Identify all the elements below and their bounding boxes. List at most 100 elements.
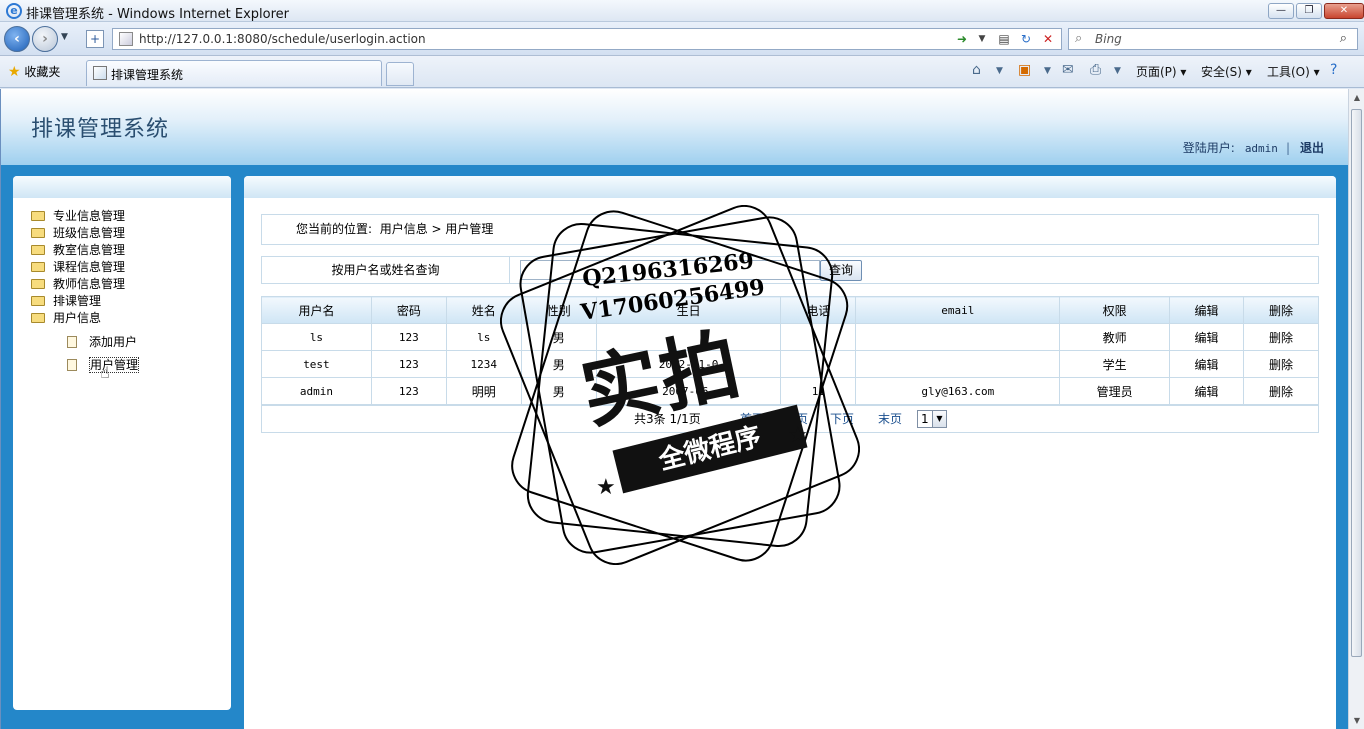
sidebar-item-teacher[interactable]: 教师信息管理: [31, 276, 139, 293]
print-dropdown-icon[interactable]: ▼: [1114, 66, 1121, 76]
sidebar-item-label: 课程信息管理: [53, 260, 126, 274]
address-bar[interactable]: http://127.0.0.1:8080/schedule/userlogin…: [112, 28, 1062, 50]
pager-last[interactable]: 末页: [878, 406, 902, 432]
page-icon: [119, 32, 133, 46]
search-icon[interactable]: ⌕: [1340, 31, 1347, 46]
search-input[interactable]: [520, 260, 820, 280]
sidebar-item-label: 教室信息管理: [53, 243, 126, 257]
menu-tools[interactable]: 工具(O) ▾: [1267, 63, 1320, 80]
sidebar-item-class[interactable]: 班级信息管理: [31, 225, 139, 242]
column-header: 密码: [370, 296, 447, 324]
sidebar-item-label: 专业信息管理: [53, 209, 126, 223]
cell-phone: [780, 350, 857, 378]
column-header: 删除: [1243, 296, 1319, 324]
query-button[interactable]: 查询: [820, 260, 862, 281]
folder-icon: [31, 245, 45, 255]
scroll-thumb[interactable]: [1351, 109, 1362, 657]
feeds-dropdown-icon[interactable]: ▼: [1044, 66, 1051, 76]
go-icon[interactable]: ➜: [953, 31, 971, 47]
menu-page[interactable]: 页面(P) ▾: [1136, 63, 1186, 80]
mail-icon[interactable]: ✉: [1062, 62, 1074, 78]
maximize-button[interactable]: ❐: [1296, 3, 1322, 19]
cell-username: test: [261, 350, 372, 378]
sidebar-subitem-user-manage[interactable]: 用户管理: [31, 354, 140, 377]
cell-birthday: 2007-06-: [595, 377, 782, 405]
sidebar-tree: 专业信息管理 班级信息管理 教室信息管理 课程信息管理 教师信息管理 排课管理 …: [31, 208, 140, 377]
feeds-icon[interactable]: ▣: [1018, 62, 1031, 78]
new-tab-button[interactable]: [386, 62, 414, 86]
sidebar-item-users[interactable]: 用户信息: [31, 310, 139, 327]
home-icon[interactable]: ⌂: [972, 62, 981, 78]
window-title: 排课管理系统 - Windows Internet Explorer: [26, 7, 289, 22]
cell-phone: [780, 323, 857, 351]
login-separator: |: [1285, 141, 1290, 155]
cell-password: 123: [370, 350, 447, 378]
column-header: 用户名: [261, 296, 372, 324]
home-dropdown-icon[interactable]: ▼: [996, 66, 1003, 76]
document-icon: [67, 359, 77, 371]
menu-safety[interactable]: 安全(S) ▾: [1201, 63, 1252, 80]
stop-icon[interactable]: ✕: [1039, 31, 1057, 47]
column-header: 权限: [1059, 296, 1171, 324]
ie-logo-icon: e: [6, 3, 22, 19]
edit-link[interactable]: 编辑: [1169, 350, 1245, 378]
scroll-up-icon[interactable]: ▲: [1352, 93, 1362, 102]
back-button[interactable]: ‹: [4, 26, 30, 52]
folder-icon: [31, 262, 45, 272]
address-url: http://127.0.0.1:8080/schedule/userlogin…: [139, 32, 426, 46]
hand-cursor-icon: ☝: [100, 363, 110, 382]
delete-link[interactable]: 删除: [1243, 350, 1319, 378]
print-icon[interactable]: ⎙: [1090, 62, 1101, 78]
cell-name: 明明: [445, 377, 522, 405]
login-label: 登陆用户:: [1182, 141, 1235, 155]
sidebar-subitem-label: 添加用户: [89, 335, 138, 349]
search-bar[interactable]: ⌕ Bing ⌕: [1068, 28, 1358, 50]
folder-icon: [31, 211, 45, 221]
window-title-bar: e 排课管理系统 - Windows Internet Explorer — ❐…: [0, 0, 1364, 22]
cell-birthday: 2002-01-0: [595, 350, 782, 378]
sidebar-item-label: 班级信息管理: [53, 226, 126, 240]
vertical-scrollbar[interactable]: ▲ ▼: [1348, 89, 1364, 729]
cell-email: gly@163.com: [855, 377, 1061, 405]
app-header: 排课管理系统 登陆用户: admin | 退出: [1, 89, 1348, 165]
compat-icon[interactable]: +: [86, 30, 104, 48]
refresh-icon[interactable]: ↻: [1017, 31, 1035, 47]
sidebar-item-classroom[interactable]: 教室信息管理: [31, 242, 139, 259]
delete-link[interactable]: 删除: [1243, 377, 1319, 405]
address-dropdown-icon[interactable]: ▼: [973, 31, 991, 47]
delete-link[interactable]: 删除: [1243, 323, 1319, 351]
pager-prev[interactable]: 上页: [784, 406, 808, 432]
cell-gender: 男: [520, 377, 597, 405]
login-user: admin: [1244, 142, 1278, 155]
cell-phone: 11: [780, 377, 857, 405]
user-table: 用户名 密码 姓名 性别 生日 电话 email 权限 编辑 删除 ls 123…: [261, 296, 1319, 405]
pager-first[interactable]: 首页: [740, 406, 764, 432]
minimize-button[interactable]: —: [1268, 3, 1294, 19]
edit-link[interactable]: 编辑: [1169, 323, 1245, 351]
browser-tab[interactable]: 排课管理系统: [86, 60, 382, 86]
edit-link[interactable]: 编辑: [1169, 377, 1245, 405]
search-provider-icon: ⌕: [1075, 31, 1083, 46]
page-select[interactable]: 1 ▼: [917, 410, 947, 428]
forward-button[interactable]: ›: [32, 26, 58, 52]
document-icon: [67, 336, 77, 348]
help-icon[interactable]: ?: [1330, 62, 1337, 78]
page-select-value: 1: [921, 412, 929, 426]
sidebar-item-course[interactable]: 课程信息管理: [31, 259, 139, 276]
pager-next[interactable]: 下页: [830, 406, 854, 432]
scroll-down-icon[interactable]: ▼: [1352, 716, 1362, 725]
folder-icon: [31, 279, 45, 289]
cell-password: 123: [370, 323, 447, 351]
sidebar-subitem-add-user[interactable]: 添加用户: [31, 331, 139, 354]
sidebar-item-schedule[interactable]: 排课管理: [31, 293, 139, 310]
history-dropdown-icon[interactable]: ▼: [61, 32, 68, 42]
close-window-button[interactable]: ✕: [1324, 3, 1364, 19]
logout-link[interactable]: 退出: [1300, 141, 1324, 155]
sidebar-item-major[interactable]: 专业信息管理: [31, 208, 139, 225]
compat-view-icon[interactable]: ▤: [995, 31, 1013, 47]
tab-title: 排课管理系统: [111, 68, 184, 82]
sidebar-subitem-label: 用户管理: [89, 357, 140, 373]
pager-info: 共3条 1/1页: [634, 412, 701, 426]
favorites-button[interactable]: ★ 收藏夹: [8, 63, 60, 80]
tab-bar: ★ 收藏夹 排课管理系统 ⌂ ▼ ▣ ▼ ✉ ⎙ ▼ 页面(P) ▾ 安全(S)…: [0, 56, 1364, 88]
